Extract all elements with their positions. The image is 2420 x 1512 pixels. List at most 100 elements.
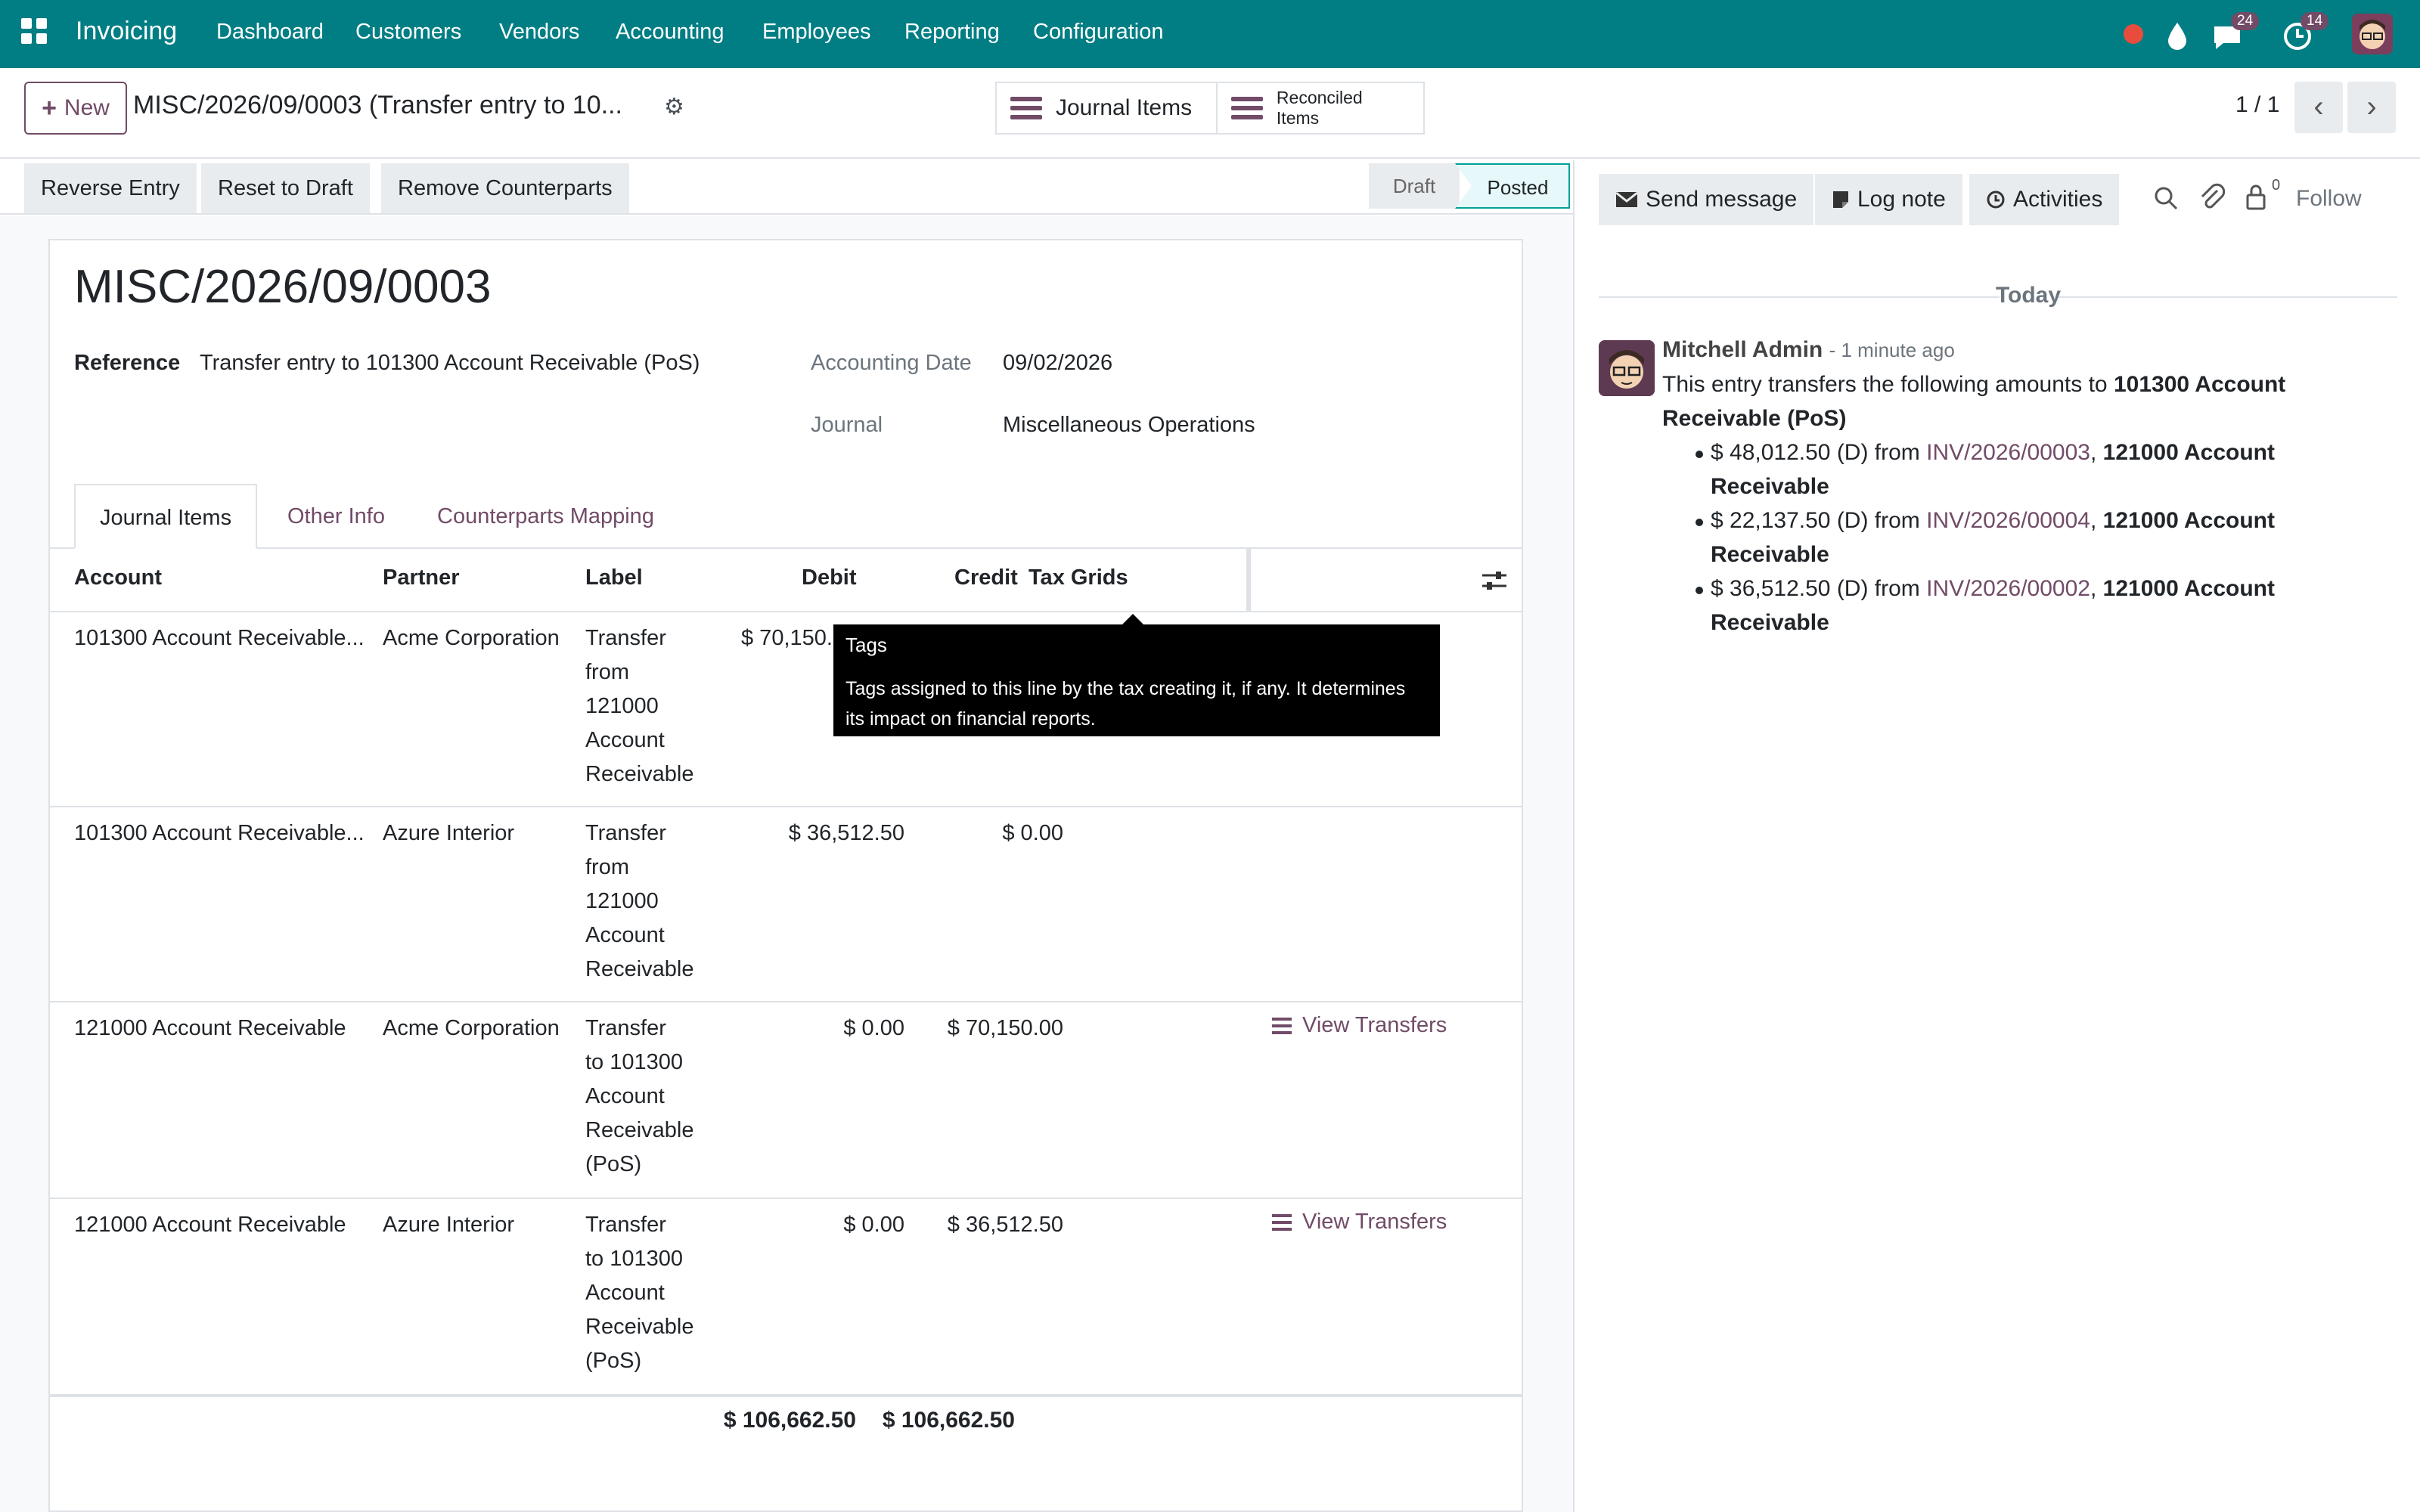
reference-value[interactable]: Transfer entry to 101300 Account Receiva… bbox=[200, 351, 700, 376]
menu-configuration[interactable]: Configuration bbox=[1033, 20, 1164, 45]
row-debit: $ 0.00 bbox=[843, 1016, 904, 1040]
bullet bbox=[1696, 587, 1703, 594]
reconciled-items-smart-button[interactable]: Reconciled Items bbox=[1216, 82, 1425, 135]
view-transfers-label: View Transfers bbox=[1302, 1013, 1447, 1037]
reverse-entry-button[interactable]: Reverse Entry bbox=[24, 163, 197, 213]
row-partner: Acme Corporation bbox=[383, 1016, 560, 1040]
row-debit: $ 36,512.50 bbox=[788, 821, 904, 845]
date-separator-line bbox=[1599, 296, 2000, 298]
table-header: Account Partner Label Debit Credit Tax G… bbox=[48, 549, 1523, 612]
menu-reporting[interactable]: Reporting bbox=[904, 20, 1000, 45]
col-credit[interactable]: Credit bbox=[954, 565, 1018, 590]
tax-grids-tooltip: Tags Tags assigned to this line by the t… bbox=[833, 614, 1440, 736]
invoice-link[interactable]: INV/2026/00004 bbox=[1926, 508, 2090, 533]
journal-items-smart-button[interactable]: Journal Items bbox=[995, 82, 1218, 135]
message-author[interactable]: Mitchell Admin bbox=[1662, 337, 1823, 362]
table-row[interactable]: 121000 Account Receivable Acme Corporati… bbox=[48, 1002, 1523, 1199]
totals-separator bbox=[48, 1394, 1523, 1397]
menu-dashboard[interactable]: Dashboard bbox=[216, 20, 324, 45]
plus-icon: + bbox=[42, 93, 57, 122]
date-separator-line bbox=[2059, 296, 2397, 298]
tab-other-info[interactable]: Other Info bbox=[263, 484, 409, 549]
journal-label: Journal bbox=[811, 413, 883, 437]
menu-employees[interactable]: Employees bbox=[762, 20, 870, 45]
envelope-icon bbox=[1615, 191, 1638, 207]
total-debit: $ 106,662.50 bbox=[723, 1408, 856, 1433]
tab-counterparts-mapping[interactable]: Counterparts Mapping bbox=[413, 484, 678, 549]
message-intro: This entry transfers the following amoun… bbox=[1662, 372, 2286, 431]
next-record-icon[interactable]: › bbox=[2347, 82, 2396, 133]
send-message-button[interactable]: Send message bbox=[1599, 174, 1814, 225]
accounting-date-value[interactable]: 09/02/2026 bbox=[1003, 351, 1112, 376]
list-icon bbox=[1272, 1213, 1292, 1231]
app-name[interactable]: Invoicing bbox=[76, 17, 177, 46]
chatter-panel: Send message Log note Activities 0 Follo… bbox=[1573, 160, 2420, 1512]
apps-menu-icon[interactable] bbox=[21, 18, 48, 45]
message-item: $ 48,012.50 (D) from INV/2026/00003, 121… bbox=[1711, 440, 2275, 499]
clock-icon bbox=[1987, 191, 2005, 209]
message-item: $ 36,512.50 (D) from INV/2026/00002, 121… bbox=[1711, 576, 2275, 635]
row-label: Transfer to 101300 Account Receivable (PoS) bbox=[585, 1016, 694, 1176]
col-debit[interactable]: Debit bbox=[802, 565, 857, 590]
date-separator: Today bbox=[1995, 283, 2062, 308]
new-button-label: New bbox=[64, 95, 110, 120]
menu-accounting[interactable]: Accounting bbox=[616, 20, 724, 45]
pager-value[interactable]: 1 / 1 bbox=[2235, 92, 2279, 118]
table-row[interactable]: 101300 Account Receivable... Azure Inter… bbox=[48, 807, 1523, 1002]
follow-button[interactable]: Follow bbox=[2296, 186, 2362, 212]
stage-draft[interactable]: Draft bbox=[1369, 163, 1460, 209]
invoice-link[interactable]: INV/2026/00003 bbox=[1926, 440, 2090, 465]
followers-count: 0 bbox=[2272, 177, 2281, 194]
journal-value[interactable]: Miscellaneous Operations bbox=[1003, 413, 1255, 438]
paperclip-icon[interactable] bbox=[2199, 183, 2225, 212]
row-account: 121000 Account Receivable bbox=[74, 1213, 346, 1237]
col-label[interactable]: Label bbox=[585, 565, 643, 590]
col-partner[interactable]: Partner bbox=[383, 565, 460, 590]
view-transfers-button[interactable]: View Transfers bbox=[1272, 1210, 1447, 1235]
list-icon bbox=[1010, 97, 1042, 119]
total-credit: $ 106,662.50 bbox=[882, 1408, 1015, 1433]
status-bar: Reverse Entry Reset to Draft Remove Coun… bbox=[0, 160, 1573, 215]
lock-icon[interactable] bbox=[2245, 183, 2267, 212]
drop-icon[interactable] bbox=[2166, 18, 2189, 54]
user-avatar[interactable] bbox=[2352, 14, 2393, 54]
menu-customers[interactable]: Customers bbox=[355, 20, 461, 45]
view-transfers-button[interactable]: View Transfers bbox=[1272, 1013, 1447, 1038]
row-label: Transfer from 121000 Account Receivable bbox=[585, 821, 694, 981]
entry-title: MISC/2026/09/0003 bbox=[74, 261, 492, 313]
table-row[interactable]: 121000 Account Receivable Azure Interior… bbox=[48, 1199, 1523, 1394]
row-label: Transfer from 121000 Account Receivable bbox=[585, 626, 694, 786]
row-credit: $ 36,512.50 bbox=[947, 1213, 1063, 1237]
send-message-label: Send message bbox=[1646, 187, 1798, 212]
remove-counterparts-button[interactable]: Remove Counterparts bbox=[381, 163, 629, 213]
row-partner: Azure Interior bbox=[383, 1213, 515, 1237]
author-avatar[interactable] bbox=[1599, 340, 1655, 396]
previous-record-icon[interactable]: ‹ bbox=[2294, 82, 2343, 133]
row-account: 121000 Account Receivable bbox=[74, 1016, 346, 1040]
log-note-button[interactable]: Log note bbox=[1815, 174, 1962, 225]
gear-icon[interactable]: ⚙ bbox=[664, 94, 684, 120]
form-tabs: Journal Items Other Info Counterparts Ma… bbox=[48, 484, 1523, 549]
activities-label: Activities bbox=[2013, 187, 2103, 212]
stage-posted[interactable]: Posted bbox=[1455, 163, 1570, 209]
recording-status-icon[interactable] bbox=[2124, 24, 2143, 44]
new-button[interactable]: + New bbox=[24, 82, 127, 135]
menu-vendors[interactable]: Vendors bbox=[499, 20, 579, 45]
chat-badge: 24 bbox=[2231, 12, 2260, 30]
search-icon[interactable] bbox=[2154, 186, 2178, 210]
reset-to-draft-button[interactable]: Reset to Draft bbox=[201, 163, 370, 213]
invoice-link[interactable]: INV/2026/00002 bbox=[1926, 576, 2090, 601]
reconciled-items-smart-label: Reconciled Items bbox=[1276, 88, 1363, 128]
list-icon bbox=[1231, 97, 1263, 119]
row-account: 101300 Account Receivable... bbox=[74, 821, 365, 845]
tab-journal-items[interactable]: Journal Items bbox=[74, 484, 258, 549]
activities-button[interactable]: Activities bbox=[1969, 174, 2120, 225]
reference-label: Reference bbox=[74, 351, 181, 375]
row-label: Transfer to 101300 Account Receivable (PoS) bbox=[585, 1213, 694, 1373]
row-debit: $ 0.00 bbox=[843, 1213, 904, 1237]
col-tax-grids[interactable]: Tax Grids bbox=[1028, 565, 1128, 590]
optional-columns-icon[interactable] bbox=[1481, 569, 1508, 593]
activity-badge: 14 bbox=[2301, 12, 2329, 30]
col-account[interactable]: Account bbox=[74, 565, 162, 590]
column-resize-handle[interactable] bbox=[1246, 549, 1251, 612]
